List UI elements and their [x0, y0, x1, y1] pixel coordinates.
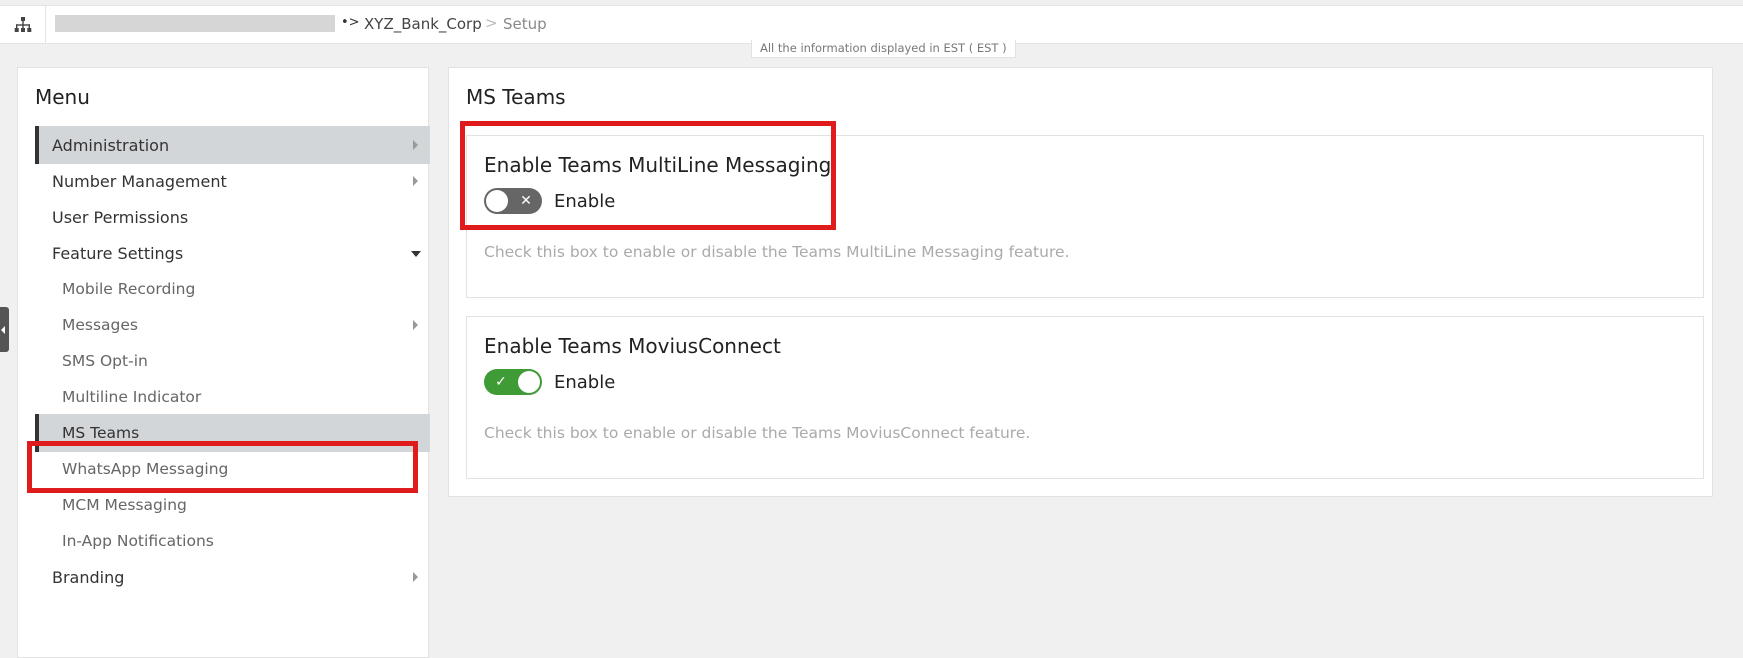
- multiline-messaging-toggle[interactable]: ✕: [484, 188, 542, 214]
- toggle-label: Enable: [554, 191, 616, 212]
- chevron-right-icon: [413, 140, 418, 150]
- sidebar-item-label: MCM Messaging: [62, 496, 187, 514]
- close-icon: ✕: [520, 193, 532, 209]
- sidebar-item-label: WhatsApp Messaging: [62, 460, 229, 478]
- sidebar-item-label: Branding: [52, 567, 125, 587]
- sidebar-item-label: Mobile Recording: [62, 280, 196, 298]
- setting-title: Enable Teams MultiLine Messaging: [484, 153, 832, 177]
- setting-card-moviusconnect: Enable Teams MoviusConnect ✓ Enable Chec…: [466, 316, 1704, 479]
- toggle-label: Enable: [554, 372, 616, 393]
- sidebar-item-label: Multiline Indicator: [62, 388, 202, 406]
- sidebar-item-branding[interactable]: Branding: [35, 558, 430, 596]
- sidebar-item-user-permissions[interactable]: User Permissions: [35, 198, 430, 236]
- sidebar-item-administration[interactable]: Administration: [35, 126, 430, 164]
- chevron-down-icon: [411, 251, 421, 257]
- setting-description: Check this box to enable or disable the …: [484, 424, 1031, 442]
- sidebar-item-label: Messages: [62, 316, 139, 334]
- check-icon: ✓: [495, 374, 507, 390]
- org-hierarchy-icon: [14, 16, 31, 32]
- sidebar-item-label: SMS Opt-in: [62, 352, 148, 370]
- sidebar-item-in-app-notifications[interactable]: In-App Notifications: [35, 522, 430, 560]
- sidebar-collapse-handle[interactable]: [0, 307, 9, 352]
- chevron-right-icon: [413, 176, 418, 186]
- sidebar-item-number-management[interactable]: Number Management: [35, 162, 430, 200]
- sidebar-item-ms-teams[interactable]: MS Teams: [35, 414, 430, 452]
- setting-card-multiline-messaging: Enable Teams MultiLine Messaging ✕ Enabl…: [466, 135, 1704, 298]
- breadcrumb-current: Setup: [503, 15, 547, 33]
- sidebar-item-label: MS Teams: [62, 424, 140, 442]
- main-panel: MS Teams Enable Teams MultiLine Messagin…: [448, 67, 1713, 497]
- page-title: MS Teams: [466, 85, 566, 109]
- setting-title: Enable Teams MoviusConnect: [484, 334, 781, 358]
- sidebar-item-mcm-messaging[interactable]: MCM Messaging: [35, 486, 430, 524]
- sidebar-item-label: In-App Notifications: [62, 532, 214, 550]
- toggle-knob: [518, 371, 540, 393]
- timezone-note: All the information displayed in EST ( E…: [751, 40, 1016, 58]
- setting-description: Check this box to enable or disable the …: [484, 243, 1070, 261]
- breadcrumb-separator: >: [485, 14, 498, 32]
- sidebar-item-multiline-indicator[interactable]: Multiline Indicator: [35, 378, 430, 416]
- sidebar-item-label: User Permissions: [52, 207, 189, 227]
- sidebar-item-messages[interactable]: Messages: [35, 306, 430, 344]
- sidebar-menu: Menu Administration Number Management Us…: [17, 67, 430, 658]
- chevron-right-icon: [413, 320, 418, 330]
- sidebar-item-whatsapp-messaging[interactable]: WhatsApp Messaging: [35, 450, 430, 488]
- sidebar-item-mobile-recording[interactable]: Mobile Recording: [35, 270, 430, 308]
- redacted-breadcrumb: [55, 15, 335, 32]
- sidebar-item-label: Feature Settings: [52, 243, 184, 263]
- sidebar-item-sms-opt-in[interactable]: SMS Opt-in: [35, 342, 430, 380]
- sidebar-item-label: Administration: [52, 135, 170, 155]
- menu-title: Menu: [35, 85, 90, 109]
- sidebar-item-feature-settings[interactable]: Feature Settings: [35, 234, 430, 272]
- toggle-knob: [486, 190, 508, 212]
- org-hierarchy-button[interactable]: [0, 6, 46, 43]
- top-bar: •> XYZ_Bank_Corp > Setup: [0, 5, 1743, 44]
- chevron-right-icon: [413, 572, 418, 582]
- sidebar-item-label: Number Management: [52, 171, 227, 191]
- moviusconnect-toggle[interactable]: ✓: [484, 369, 542, 395]
- breadcrumb-arrow-icon: •>: [341, 15, 360, 30]
- breadcrumb-org-link[interactable]: XYZ_Bank_Corp: [364, 15, 482, 33]
